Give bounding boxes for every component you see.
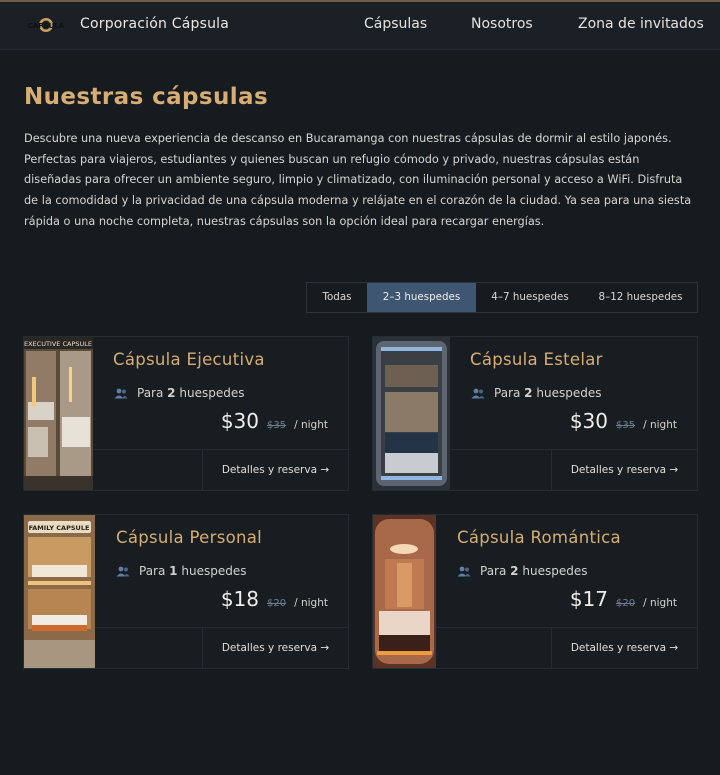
filter-tab-8-12[interactable]: 8–12 huespedes [584, 283, 697, 312]
price: $18 [220, 587, 260, 611]
image-caption: FAMILY CAPSULE [29, 524, 90, 532]
card-footer: Detalles y reserva → [95, 627, 348, 669]
details-reserve-button[interactable]: Detalles y reserva → [551, 628, 697, 669]
card-title: Cápsula Romántica [457, 528, 621, 547]
guest-count: Para 2 huespedes [137, 386, 244, 400]
users-icon [471, 388, 485, 399]
guests-number: 1 [169, 564, 178, 578]
top-navbar: CAPSULA Corporación Cápsula Cápsulas Nos… [0, 0, 720, 50]
capsule-card: FAMILY CAPSULE Cápsula Personal Para 1 h… [23, 514, 349, 669]
guests-suffix: huespedes [536, 386, 602, 400]
price-row: $18 $20 / night [221, 587, 328, 611]
guests-number: 2 [524, 386, 533, 400]
filter-tab-todas[interactable]: Todas [307, 283, 367, 312]
capsule-image-estelar[interactable] [373, 337, 450, 490]
users-icon [116, 566, 130, 577]
price: $30 [569, 409, 609, 433]
capsule-image-romantica[interactable] [373, 515, 436, 668]
guests-suffix: huespedes [522, 564, 588, 578]
details-reserve-button[interactable]: Detalles y reserva → [202, 450, 348, 491]
price-row: $30 $35 / night [221, 409, 328, 433]
guests-suffix: huespedes [181, 564, 247, 578]
price-row: $30 $35 / night [570, 409, 677, 433]
old-price: $35 [267, 420, 287, 431]
guests-prefix: Para [137, 386, 164, 400]
per-night-label: / night [643, 419, 677, 431]
guests-prefix: Para [480, 564, 507, 578]
price-row: $17 $20 / night [570, 587, 677, 611]
card-title: Cápsula Personal [116, 528, 263, 547]
capsula-logo[interactable]: CAPSULA [24, 15, 68, 35]
guests-suffix: huespedes [179, 386, 245, 400]
guests-number: 2 [167, 386, 176, 400]
guest-count: Para 2 huespedes [494, 386, 601, 400]
nav-link-capsulas[interactable]: Cápsulas [364, 16, 427, 32]
guests-prefix: Para [139, 564, 166, 578]
details-reserve-button[interactable]: Detalles y reserva → [551, 450, 697, 491]
per-night-label: / night [643, 597, 677, 609]
guest-count: Para 1 huespedes [139, 564, 246, 578]
old-price: $20 [267, 598, 287, 609]
guest-count: Para 2 huespedes [480, 564, 587, 578]
old-price: $35 [616, 420, 636, 431]
card-footer: Detalles y reserva → [93, 449, 348, 491]
card-title: Cápsula Estelar [470, 350, 603, 369]
guests-prefix: Para [494, 386, 521, 400]
card-footer: Detalles y reserva → [436, 627, 697, 669]
details-reserve-button[interactable]: Detalles y reserva → [202, 628, 348, 669]
guest-filter-tabs: Todas 2–3 huespedes 4–7 huespedes 8–12 h… [306, 282, 698, 313]
card-footer: Detalles y reserva → [450, 449, 697, 491]
capsule-card: Cápsula Estelar Para 2 huespedes $30 $35… [372, 336, 698, 491]
guests-number: 2 [510, 564, 519, 578]
users-icon [114, 388, 128, 399]
logo-text: CAPSULA [28, 22, 65, 30]
nav-link-nosotros[interactable]: Nosotros [471, 16, 533, 32]
image-caption: EXECUTIVE CAPSULE [24, 340, 92, 348]
users-icon [457, 566, 471, 577]
capsule-image-personal[interactable]: FAMILY CAPSULE [24, 515, 95, 668]
brand-name[interactable]: Corporación Cápsula [80, 16, 229, 32]
price: $30 [220, 409, 260, 433]
per-night-label: / night [294, 419, 328, 431]
intro-paragraph: Descubre una nueva experiencia de descan… [24, 132, 692, 228]
per-night-label: / night [294, 597, 328, 609]
price: $17 [569, 587, 609, 611]
filter-tab-2-3[interactable]: 2–3 huespedes [367, 283, 476, 312]
page-title: Nuestras cápsulas [24, 84, 269, 110]
card-title: Cápsula Ejecutiva [113, 350, 265, 369]
capsule-image-ejecutiva[interactable]: EXECUTIVE CAPSULE [24, 337, 93, 490]
filter-tab-4-7[interactable]: 4–7 huespedes [476, 283, 584, 312]
old-price: $20 [616, 598, 636, 609]
capsule-card: EXECUTIVE CAPSULE Cápsula Ejecutiva Para… [23, 336, 349, 491]
capsule-card: Cápsula Romántica Para 2 huespedes $17 $… [372, 514, 698, 669]
nav-link-zona-invitados[interactable]: Zona de invitados [578, 16, 704, 32]
